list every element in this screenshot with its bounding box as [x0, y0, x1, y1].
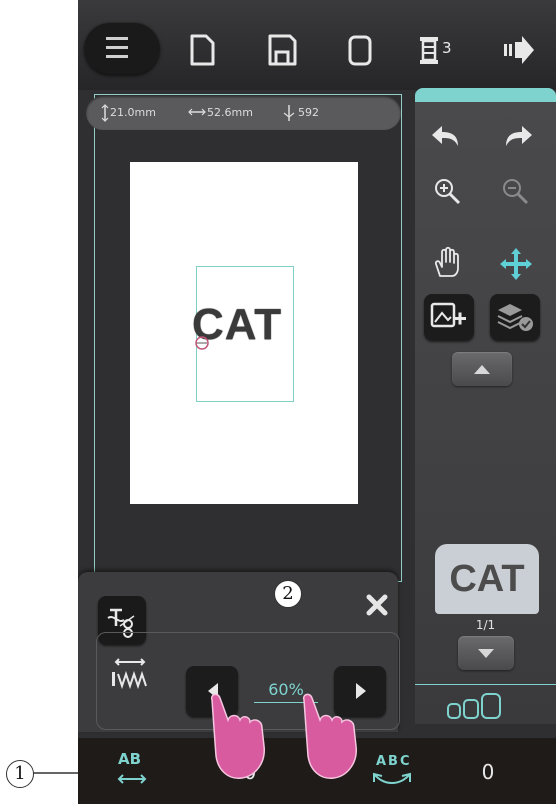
panel-divider — [415, 684, 556, 685]
width-value: 52.6mm — [207, 106, 253, 119]
height-icon — [101, 104, 109, 122]
zoom-out-button[interactable] — [496, 172, 536, 212]
triangle-up-icon — [474, 365, 490, 374]
move-button[interactable] — [496, 244, 536, 284]
right-panel-tab — [415, 88, 556, 102]
device-screen: 3 21.0mm 52.6mm 592 CAT CAT 1/1 60% AB A… — [78, 0, 556, 804]
height-value: 21.0mm — [110, 106, 156, 119]
pointing-hand-icon-2 — [302, 693, 357, 779]
zoom-in-button[interactable] — [428, 172, 468, 212]
add-image-button[interactable] — [424, 294, 474, 340]
redo-button[interactable] — [496, 116, 536, 156]
undo-button[interactable] — [428, 116, 468, 156]
layers-button[interactable] — [490, 294, 540, 340]
pointing-hand-icon — [210, 693, 265, 779]
width-icon — [188, 108, 206, 116]
arc-value: 0 — [481, 760, 495, 784]
frame-icon — [348, 35, 372, 66]
zoom-in-icon — [435, 179, 461, 205]
save-icon — [268, 34, 297, 66]
redo-icon — [506, 126, 532, 146]
close-icon — [366, 594, 388, 616]
scroll-up-button[interactable] — [452, 352, 512, 386]
close-button[interactable] — [362, 590, 392, 620]
char-spacing-button[interactable]: AB — [106, 748, 156, 794]
stitch-spacing-icon-wrap — [104, 652, 158, 696]
thread-spool-button[interactable]: 3 — [414, 30, 464, 70]
triangle-down-icon — [478, 649, 494, 658]
thread-colors-button[interactable] — [446, 690, 526, 724]
size-info-bar: 21.0mm 52.6mm 592 — [86, 96, 401, 130]
pattern-thumbnail[interactable]: CAT — [435, 544, 539, 614]
undo-icon — [432, 126, 458, 146]
stitch-count-value: 592 — [298, 106, 319, 119]
needle-position-icon — [195, 336, 209, 350]
arc-icon — [373, 772, 411, 784]
double-arrow-icon — [117, 774, 147, 784]
thread-spool-icon — [420, 37, 438, 64]
layers-icon — [497, 304, 533, 331]
frame-button[interactable] — [340, 30, 380, 70]
abc-label: ABC — [376, 754, 412, 769]
scroll-down-button[interactable] — [458, 636, 514, 670]
new-file-button[interactable] — [182, 30, 222, 70]
menu-button[interactable] — [84, 22, 160, 74]
stitch-spacing-icon — [112, 658, 147, 690]
move-icon — [500, 248, 532, 280]
hand-icon — [434, 246, 459, 277]
save-button[interactable] — [262, 30, 302, 70]
new-file-icon — [190, 34, 215, 66]
zoom-out-icon — [503, 179, 529, 205]
forward-button[interactable] — [498, 30, 538, 70]
pan-button[interactable] — [428, 244, 468, 284]
stitch-count-icon — [283, 105, 295, 121]
spool-count: 3 — [442, 39, 452, 57]
callout-2: 2 — [274, 580, 302, 608]
forward-icon — [504, 36, 534, 64]
thread-colors-icon — [447, 693, 501, 719]
add-image-icon — [430, 302, 466, 328]
menu-icon — [106, 37, 128, 58]
page-indicator: 1/1 — [475, 618, 496, 632]
ab-label: AB — [118, 750, 142, 768]
